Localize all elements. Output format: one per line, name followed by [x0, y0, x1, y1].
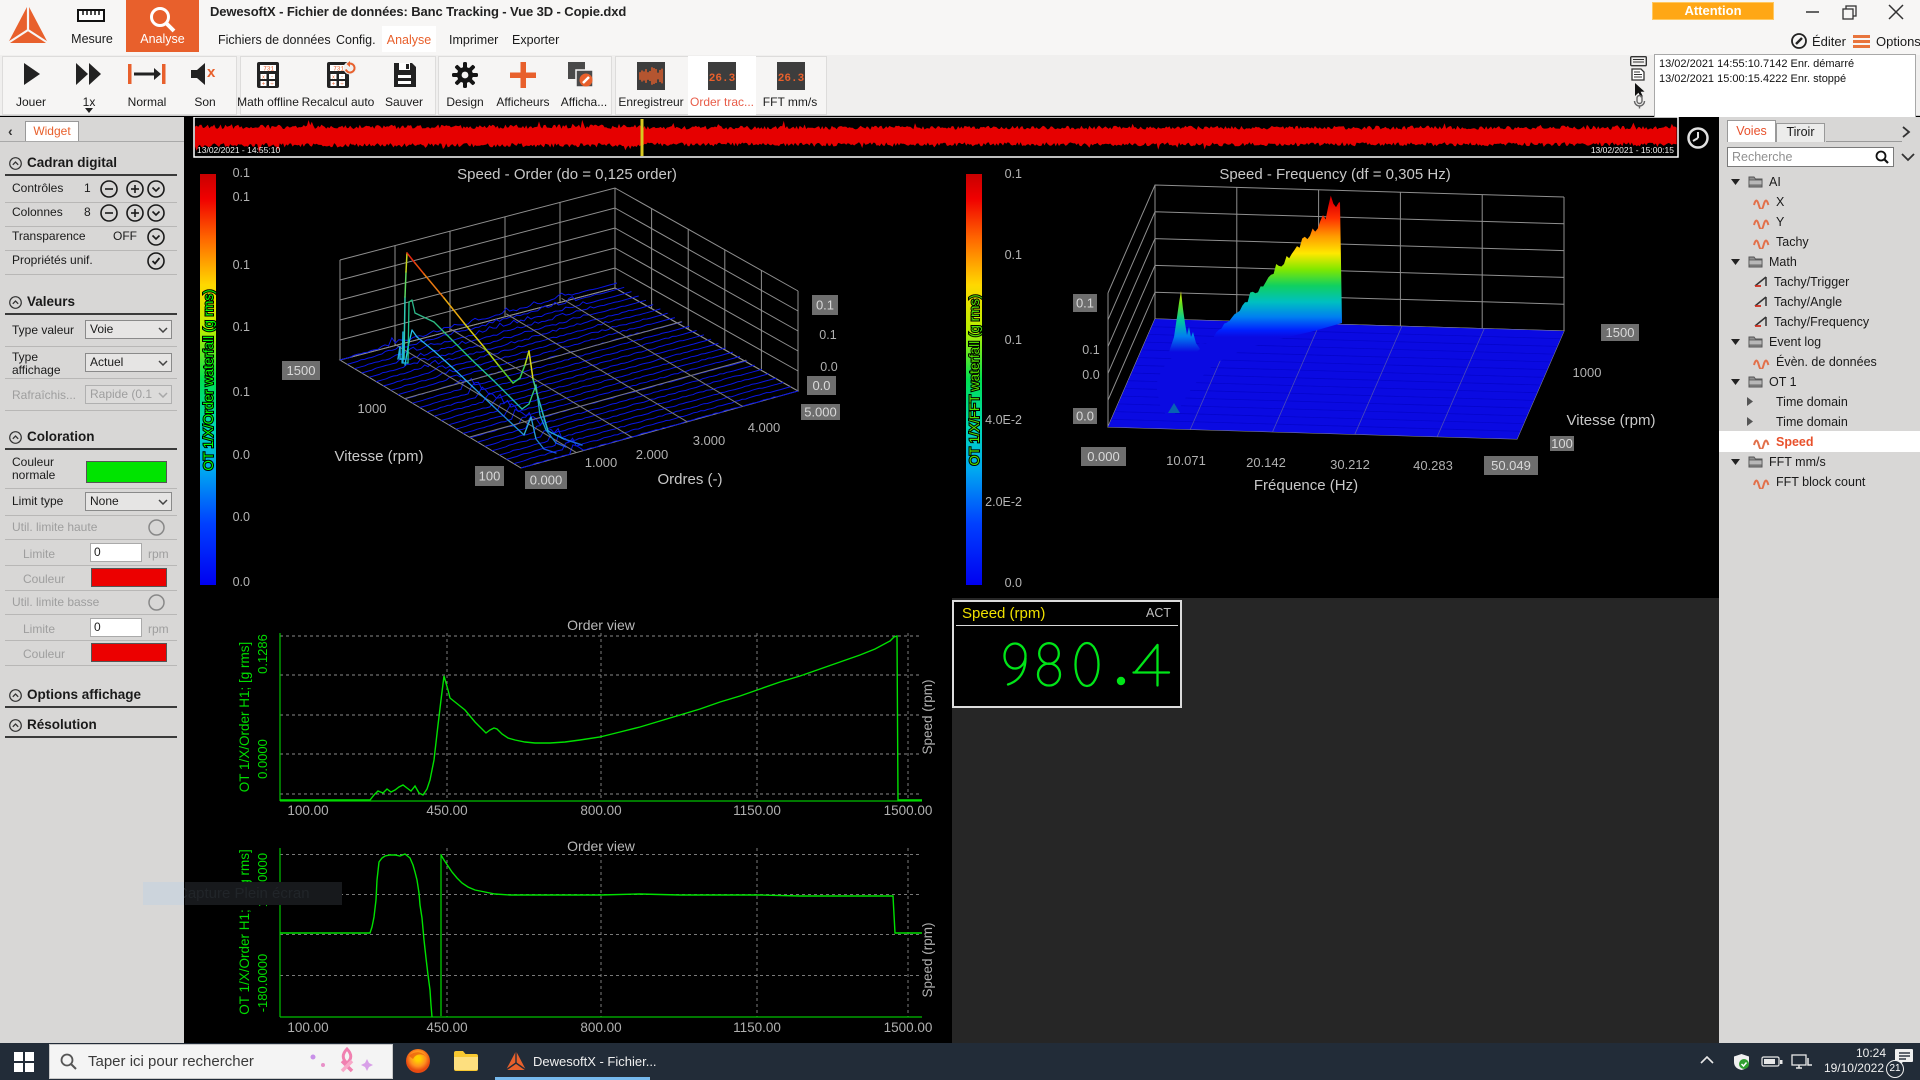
- svg-text:0.1: 0.1: [233, 190, 250, 204]
- svg-text:0.0: 0.0: [1076, 409, 1094, 424]
- svg-text:0.1: 0.1: [233, 258, 250, 272]
- svg-text:1500.00: 1500.00: [884, 803, 933, 818]
- svg-text:100.00: 100.00: [287, 1020, 328, 1035]
- svg-text:731: 731: [333, 66, 344, 73]
- svg-text:+: +: [262, 82, 266, 88]
- svg-text:800.00: 800.00: [580, 803, 621, 818]
- svg-text:0.1: 0.1: [1005, 248, 1022, 262]
- svg-text:0.0: 0.0: [820, 360, 837, 374]
- svg-text:0.1: 0.1: [233, 166, 250, 180]
- svg-text:OT 1/X/Order H1; [g rms]: OT 1/X/Order H1; [g rms]: [237, 642, 252, 793]
- svg-text:1500: 1500: [287, 363, 316, 378]
- svg-text:26.3: 26.3: [778, 73, 805, 85]
- svg-text:0.0000: 0.0000: [255, 739, 270, 779]
- svg-text:0.0: 0.0: [233, 510, 250, 524]
- svg-text:Speed - Frequency (df = 0,305: Speed - Frequency (df = 0,305 Hz): [1219, 166, 1450, 183]
- svg-text:OT 1/X/Order H1; [deg rms]: OT 1/X/Order H1; [deg rms]: [237, 849, 252, 1015]
- svg-text:Speed (rpm): Speed (rpm): [920, 922, 935, 997]
- svg-text:0.1: 0.1: [233, 320, 250, 334]
- svg-text:Capture Plein écran: Capture Plein écran: [184, 885, 310, 902]
- svg-text:100: 100: [1551, 436, 1573, 451]
- svg-text:1150.00: 1150.00: [733, 1020, 781, 1035]
- svg-text:450.00: 450.00: [426, 1020, 467, 1035]
- svg-text:x: x: [262, 75, 265, 81]
- svg-text:1150.00: 1150.00: [733, 803, 781, 818]
- svg-text:2.000: 2.000: [636, 447, 669, 462]
- svg-text:4.0E-2: 4.0E-2: [985, 413, 1022, 427]
- svg-text:0.1: 0.1: [816, 298, 834, 313]
- svg-text:0.1: 0.1: [1005, 333, 1022, 347]
- svg-text:Fréquence (Hz): Fréquence (Hz): [1254, 477, 1358, 494]
- svg-text:Vitesse (rpm): Vitesse (rpm): [1567, 412, 1656, 429]
- svg-text:-180.0000: -180.0000: [255, 954, 270, 1013]
- svg-text:0.0: 0.0: [1005, 576, 1022, 590]
- svg-text:Order view: Order view: [567, 838, 636, 854]
- svg-text:2.0E-2: 2.0E-2: [985, 495, 1022, 509]
- svg-text:1000: 1000: [1573, 365, 1602, 380]
- svg-text:13/02/2021 - 14:55:10: 13/02/2021 - 14:55:10: [197, 145, 280, 155]
- svg-text:x: x: [332, 75, 335, 81]
- svg-text:20.142: 20.142: [1246, 455, 1286, 470]
- svg-text:100.00: 100.00: [287, 803, 328, 818]
- svg-text:x: x: [207, 64, 216, 81]
- svg-text:13/02/2021 - 15:00:15: 13/02/2021 - 15:00:15: [1591, 145, 1674, 155]
- svg-text:Order view: Order view: [567, 617, 636, 633]
- svg-text:1.000: 1.000: [585, 455, 618, 470]
- svg-text:+: +: [332, 82, 336, 88]
- svg-text:0.0: 0.0: [1082, 368, 1099, 382]
- svg-text:Speed (rpm): Speed (rpm): [920, 679, 935, 754]
- svg-text:1500.00: 1500.00: [884, 1020, 933, 1035]
- svg-text:-: -: [341, 75, 343, 81]
- svg-text:0.0: 0.0: [233, 448, 250, 462]
- svg-text:450.00: 450.00: [426, 803, 467, 818]
- svg-text:Vitesse (rpm): Vitesse (rpm): [335, 448, 424, 465]
- svg-text:Ordres (-): Ordres (-): [658, 471, 723, 488]
- svg-text:0.0: 0.0: [812, 378, 830, 393]
- svg-text:30.212: 30.212: [1330, 457, 1370, 472]
- svg-text:10.071: 10.071: [1166, 453, 1206, 468]
- svg-text:0.000: 0.000: [1087, 449, 1120, 464]
- svg-text:0.1: 0.1: [233, 385, 250, 399]
- svg-text:26.3: 26.3: [709, 73, 736, 85]
- svg-text:800.00: 800.00: [580, 1020, 621, 1035]
- svg-text:4.000: 4.000: [748, 420, 781, 435]
- svg-text:3.000: 3.000: [693, 433, 726, 448]
- svg-text:OT 1/X/Order waterfall (g rms): OT 1/X/Order waterfall (g rms): [201, 289, 216, 470]
- svg-text:731: 731: [263, 66, 274, 73]
- svg-text:40.283: 40.283: [1413, 458, 1453, 473]
- svg-text:-: -: [271, 75, 273, 81]
- svg-text:0.1: 0.1: [1005, 167, 1022, 181]
- svg-text:0.1: 0.1: [819, 328, 836, 342]
- svg-text:0.000: 0.000: [530, 473, 563, 488]
- svg-text:5.000: 5.000: [804, 405, 837, 420]
- svg-text:100: 100: [479, 469, 501, 484]
- svg-text:OT 1/X/FFT waterfall (g rms): OT 1/X/FFT waterfall (g rms): [967, 294, 982, 465]
- svg-text:0.0: 0.0: [233, 575, 250, 589]
- svg-text:1000: 1000: [358, 401, 387, 416]
- svg-text:Speed - Order (do = 0,125 orde: Speed - Order (do = 0,125 order): [457, 166, 677, 183]
- svg-text:0.1: 0.1: [1082, 343, 1099, 357]
- svg-text:1500: 1500: [1606, 325, 1635, 340]
- svg-text:50.049: 50.049: [1491, 458, 1531, 473]
- svg-text:0.1: 0.1: [1076, 296, 1094, 311]
- svg-text:0.1286: 0.1286: [255, 634, 270, 674]
